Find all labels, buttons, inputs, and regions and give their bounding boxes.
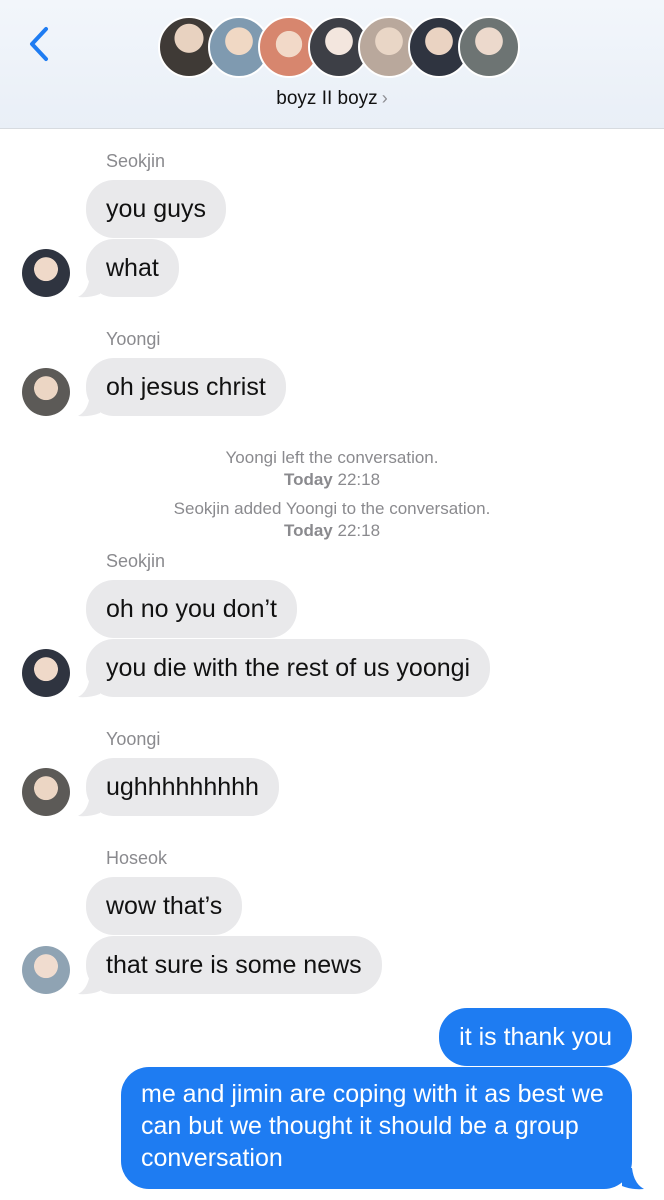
conversation-header: boyz II boyz › [0,0,664,129]
system-message: Yoongi left the conversation. Today 22:1… [0,448,664,490]
group-name-label: boyz II boyz [276,88,378,109]
message-bubble[interactable]: you die with the rest of us yoongi [86,639,491,697]
system-message-text: Yoongi left the conversation. [225,448,439,467]
avatar[interactable] [22,249,70,297]
message-bubble[interactable]: ughhhhhhhhh [86,758,279,816]
message-bubble[interactable]: oh jesus christ [86,358,286,416]
sender-name: Yoongi [106,329,161,349]
group-name[interactable]: boyz II boyz › [0,88,664,110]
bubble-tail [78,795,100,817]
system-message-time: 22:18 [337,470,381,489]
system-message-text: Seokjin added Yoongi to the conversation… [173,499,491,518]
system-message: Seokjin added Yoongi to the conversation… [0,499,664,541]
sent-message-bubble[interactable]: me and jimin are coping with it as best … [121,1067,632,1189]
group-avatars[interactable] [158,16,520,82]
system-message-time: 22:18 [337,521,381,540]
chevron-left-icon [30,27,48,61]
chevron-right-icon: › [381,88,388,108]
sender-name: Seokjin [106,551,166,571]
sender-name: Hoseok [106,848,168,868]
sender-name: Yoongi [106,729,161,749]
bubble-tail [78,973,100,995]
message-bubble[interactable]: that sure is some news [86,936,382,994]
avatar[interactable] [22,649,70,697]
message-bubble[interactable]: you guys [86,180,227,238]
avatar[interactable] [22,368,70,416]
system-message-day: Today [283,521,333,540]
back-button[interactable] [22,24,56,64]
bubble-tail [78,676,100,698]
message-bubble[interactable]: oh no you don’t [86,580,297,638]
sender-name: Seokjin [106,151,166,171]
sent-message-bubble[interactable]: it is thank you [439,1008,632,1066]
avatar[interactable] [22,768,70,816]
bubble-tail [622,1168,644,1190]
system-message-day: Today [283,470,333,489]
avatar [458,16,520,78]
message-bubble[interactable]: wow that’s [86,877,243,935]
avatar[interactable] [22,946,70,994]
bubble-tail [78,276,100,298]
bubble-tail [78,395,100,417]
